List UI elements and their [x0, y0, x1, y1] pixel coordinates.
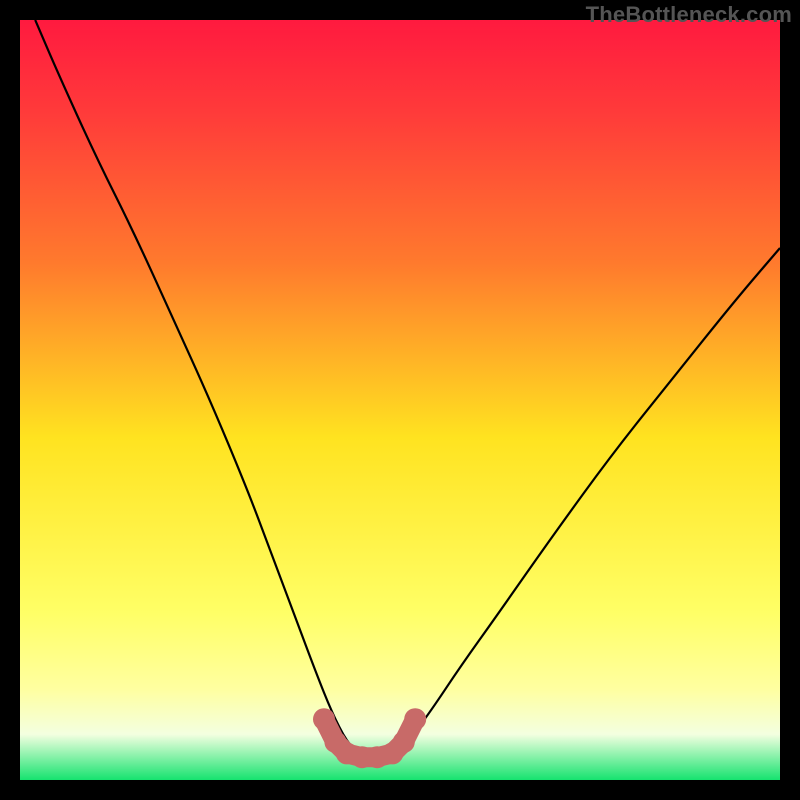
bottleneck-chart	[20, 20, 780, 780]
chart-frame: TheBottleneck.com	[0, 0, 800, 800]
optimal-range-marker	[393, 731, 415, 753]
optimal-range-marker	[404, 708, 426, 730]
gradient-background	[20, 20, 780, 780]
optimal-range-marker	[313, 708, 335, 730]
plot-area	[20, 20, 780, 780]
attribution-label: TheBottleneck.com	[586, 2, 792, 28]
